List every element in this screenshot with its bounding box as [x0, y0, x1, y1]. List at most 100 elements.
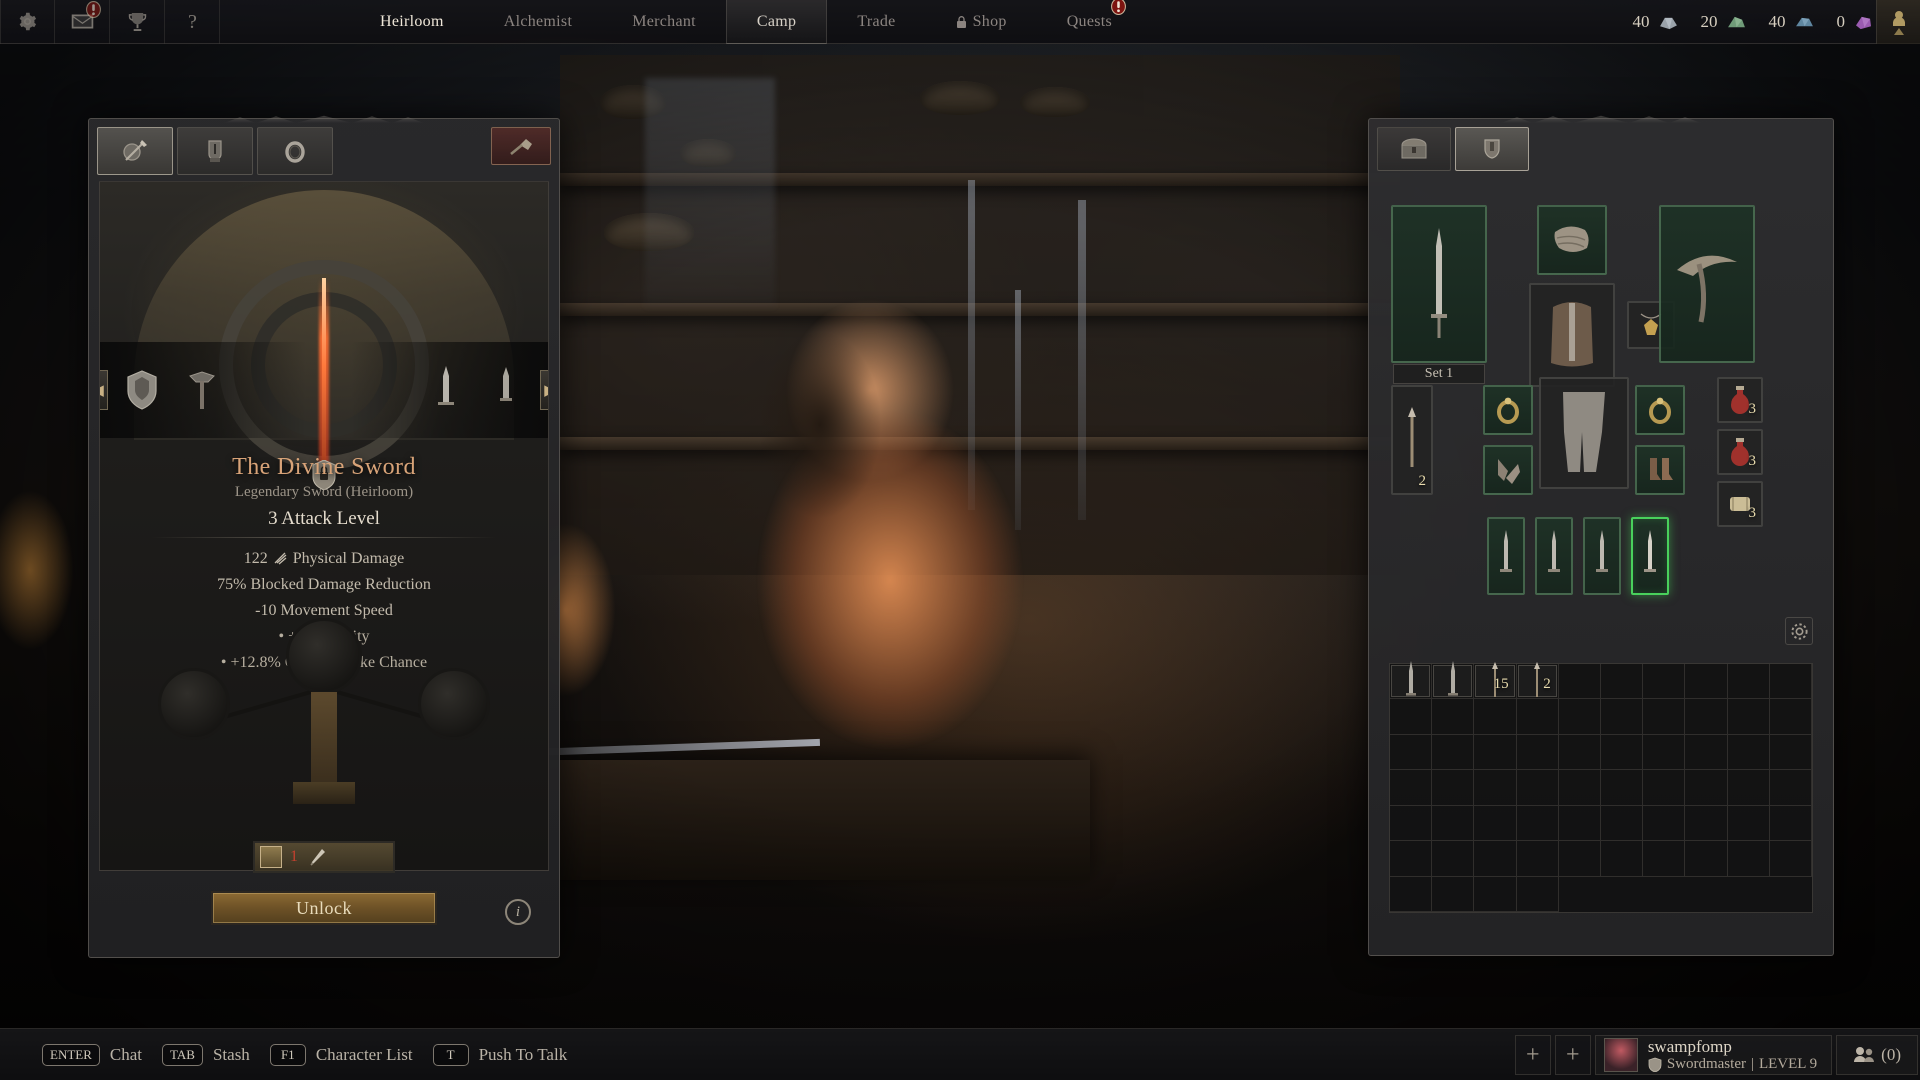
grid-cell[interactable]	[1432, 699, 1475, 735]
grid-cell[interactable]	[1474, 734, 1517, 771]
grid-cell[interactable]	[1432, 876, 1475, 912]
grid-cell[interactable]	[1558, 770, 1601, 806]
grid-cell[interactable]	[1601, 770, 1644, 806]
grid-cell[interactable]	[1432, 805, 1475, 842]
tab-weapons[interactable]	[97, 127, 173, 175]
grid-cell[interactable]	[1390, 661, 1433, 700]
grid-cell[interactable]	[1390, 770, 1433, 806]
grid-cell[interactable]	[1643, 664, 1686, 700]
grid-cell[interactable]	[1643, 734, 1686, 771]
grid-cell[interactable]	[1685, 770, 1728, 806]
grid-cell[interactable]	[1643, 699, 1686, 735]
grid-cell[interactable]	[1516, 876, 1559, 912]
grid-cell[interactable]	[1685, 805, 1728, 842]
grid-cell[interactable]	[1474, 841, 1517, 877]
grid-cell[interactable]	[1769, 664, 1812, 700]
grid-cell[interactable]	[1601, 805, 1644, 842]
tab-jewelry[interactable]	[257, 127, 333, 175]
tab-armor[interactable]	[177, 127, 253, 175]
nav-item-alchemist[interactable]: Alchemist	[474, 0, 602, 44]
hint-push-to-talk[interactable]: T Push To Talk	[432, 1043, 567, 1066]
inventory-grid[interactable]: 15 2	[1389, 661, 1813, 913]
grid-cell[interactable]: 15	[1474, 662, 1517, 700]
weapon-set-1-slot[interactable]: Set 1	[1391, 205, 1487, 384]
currency-green[interactable]: 20	[1701, 12, 1747, 32]
grid-cell[interactable]	[1727, 734, 1770, 771]
grid-cell[interactable]	[1769, 699, 1812, 735]
grid-item-arrow[interactable]: 2	[1517, 662, 1557, 698]
nav-item-camp[interactable]: Camp	[725, 0, 828, 44]
chest-slot[interactable]	[1529, 283, 1615, 387]
gloves-slot[interactable]	[1483, 445, 1533, 495]
skill-slot-1[interactable]	[1487, 517, 1525, 595]
grid-cell[interactable]	[1601, 699, 1644, 735]
account-icon[interactable]	[1876, 0, 1920, 44]
mail-icon[interactable]	[55, 0, 110, 44]
hint-stash[interactable]: TAB Stash	[162, 1043, 250, 1066]
grid-cell[interactable]	[1390, 699, 1433, 735]
grid-cell[interactable]	[1558, 734, 1601, 771]
tab-stash[interactable]	[1377, 127, 1451, 171]
grid-cell[interactable]	[1727, 770, 1770, 806]
trophy-icon[interactable]	[110, 0, 165, 44]
grid-cell[interactable]	[1516, 699, 1559, 735]
grid-cell[interactable]	[1601, 734, 1644, 771]
carousel-item-sword[interactable]	[416, 357, 476, 423]
legs-slot[interactable]	[1539, 377, 1629, 489]
nav-item-shop[interactable]: Shop	[926, 0, 1037, 44]
grid-cell[interactable]	[1474, 876, 1517, 912]
scroll-slot[interactable]: 3	[1717, 481, 1763, 527]
grid-cell[interactable]	[1769, 805, 1812, 842]
help-icon[interactable]: ?	[165, 0, 220, 44]
grid-cell[interactable]	[1601, 841, 1644, 877]
grid-cell[interactable]	[1432, 734, 1475, 771]
hint-character-list[interactable]: F1 Character List	[269, 1043, 413, 1066]
grid-cell[interactable]	[1432, 841, 1475, 877]
grid-cell[interactable]	[1601, 664, 1644, 700]
carousel-prev-button[interactable]: ◀	[100, 370, 108, 410]
potion-slot-1[interactable]: 3	[1717, 377, 1763, 423]
grid-cell[interactable]	[1474, 770, 1517, 806]
grid-cell[interactable]	[1769, 734, 1812, 771]
info-button[interactable]: i	[505, 899, 531, 925]
add-slot-button-1[interactable]: +	[1514, 1035, 1551, 1075]
grid-cell[interactable]	[1685, 664, 1728, 700]
currency-blue[interactable]: 40	[1769, 12, 1815, 32]
carousel-item-axe[interactable]	[172, 357, 232, 423]
grid-cell[interactable]	[1769, 841, 1812, 877]
grid-cell[interactable]	[1643, 770, 1686, 806]
currency-purple[interactable]: 0	[1837, 12, 1875, 32]
nav-item-heirloom[interactable]: Heirloom	[350, 0, 474, 44]
grid-cell[interactable]	[1685, 841, 1728, 877]
grid-cell[interactable]	[1390, 876, 1433, 912]
ring-left-slot[interactable]	[1483, 385, 1533, 435]
grid-item-arrow[interactable]: 15	[1475, 662, 1515, 698]
carousel-item-dagger[interactable]	[476, 357, 536, 423]
grid-cell[interactable]	[1727, 664, 1770, 700]
settings-icon[interactable]	[0, 0, 55, 44]
tree-node-left[interactable]	[158, 668, 230, 740]
grid-cell[interactable]	[1558, 664, 1601, 700]
grid-cell[interactable]	[1643, 841, 1686, 877]
grid-cell[interactable]	[1769, 770, 1812, 806]
carousel-next-button[interactable]: ▶	[540, 370, 548, 410]
nav-item-trade[interactable]: Trade	[827, 0, 925, 44]
grid-cell[interactable]	[1390, 841, 1433, 877]
add-slot-button-2[interactable]: +	[1554, 1035, 1591, 1075]
grid-cell[interactable]: 2	[1516, 662, 1559, 700]
grid-cell[interactable]	[1727, 841, 1770, 877]
ring-right-slot[interactable]	[1635, 385, 1685, 435]
potion-slot-2[interactable]: 3	[1717, 429, 1763, 475]
currency-silver[interactable]: 40	[1633, 12, 1679, 32]
grid-cell[interactable]	[1558, 841, 1601, 877]
grid-cell[interactable]	[1474, 805, 1517, 842]
grid-cell[interactable]	[1516, 770, 1559, 806]
grid-cell[interactable]	[1516, 805, 1559, 842]
nav-item-quests[interactable]: Quests	[1037, 0, 1142, 44]
grid-item-sword[interactable]	[1433, 661, 1473, 698]
nav-item-merchant[interactable]: Merchant	[602, 0, 726, 44]
boots-slot[interactable]	[1635, 445, 1685, 495]
forge-button[interactable]	[491, 127, 551, 165]
grid-cell[interactable]	[1474, 699, 1517, 735]
grid-cell[interactable]	[1685, 699, 1728, 735]
